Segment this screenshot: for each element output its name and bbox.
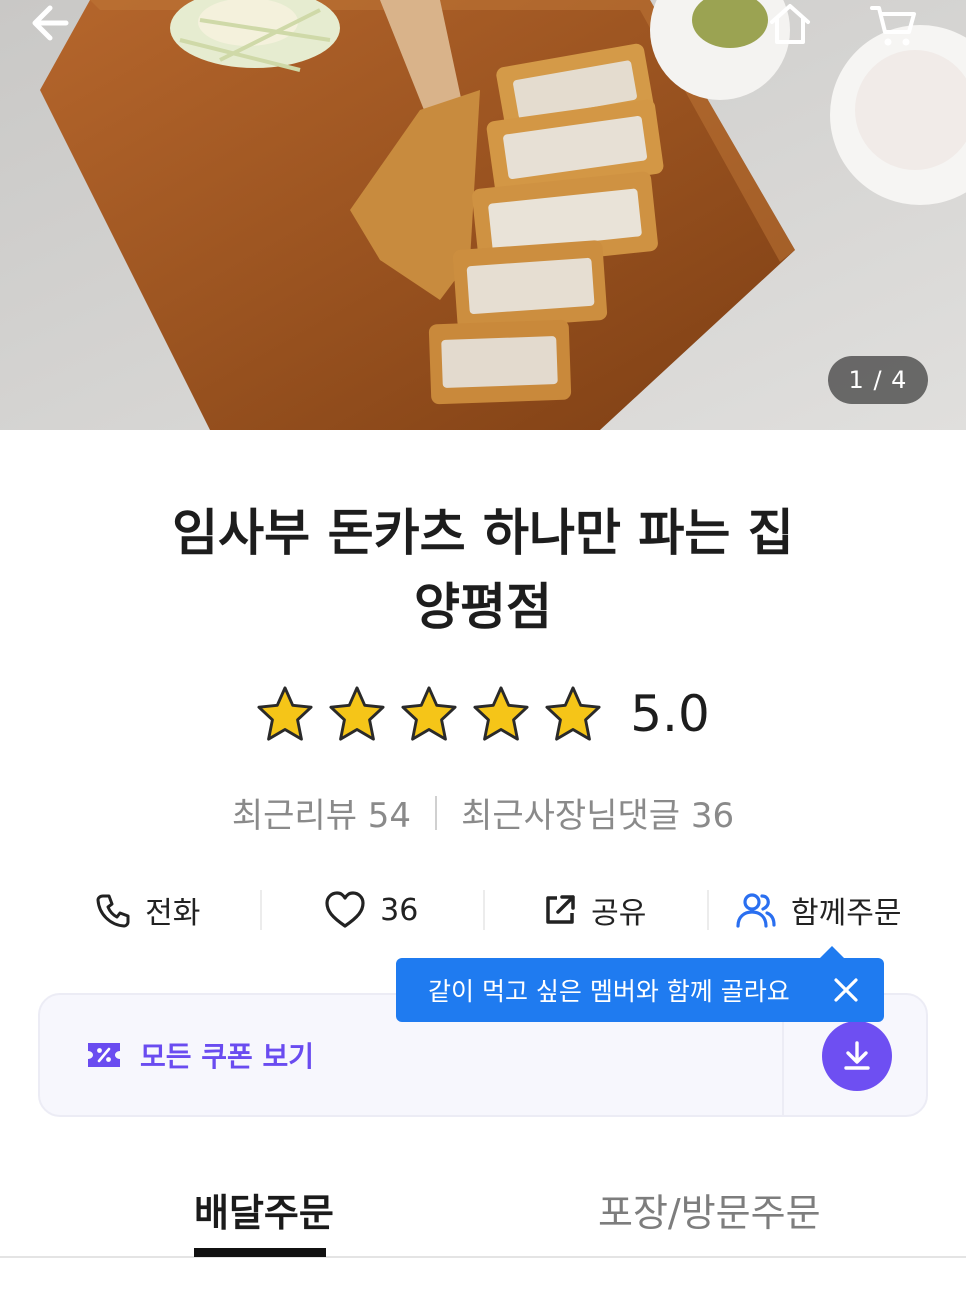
store-photo-carousel[interactable]: 1 / 4 (0, 0, 966, 430)
view-all-coupons-button[interactable]: 모든 쿠폰 보기 (86, 1035, 314, 1075)
star-icon (401, 686, 457, 741)
back-arrow-icon (32, 5, 69, 41)
order-type-tabs: 배달주문 포장/방문주문 (0, 1170, 966, 1258)
tab-pickup-order[interactable]: 포장/방문주문 (598, 1182, 821, 1237)
group-order-button[interactable]: 함께주문 (706, 878, 931, 942)
photo-page-indicator: 1 / 4 (828, 356, 928, 404)
close-icon[interactable] (832, 976, 860, 1004)
review-stats: 최근리뷰 54 최근사장님댓글 36 (0, 788, 966, 837)
like-button[interactable]: 36 (259, 878, 484, 942)
heart-icon (325, 891, 365, 928)
call-label: 전화 (145, 896, 201, 931)
call-button[interactable]: 전화 (36, 878, 260, 942)
rating-row: 5.0 (0, 684, 966, 744)
download-icon (844, 1041, 870, 1070)
star-icon (329, 686, 385, 741)
stats-divider (435, 795, 438, 830)
star-icon (257, 686, 313, 741)
star-icon (473, 686, 529, 741)
share-button[interactable]: 공유 (483, 878, 707, 942)
group-icon (736, 893, 776, 928)
back-button[interactable] (28, 0, 98, 58)
recent-reviews-link[interactable]: 최근리뷰 54 (232, 788, 411, 837)
coupon-icon (88, 1043, 120, 1067)
cart-button[interactable] (868, 0, 938, 58)
store-action-bar: 전화 36 공유 함께주문 (36, 878, 930, 942)
share-icon (546, 895, 575, 924)
tooltip-text: 같이 먹고 싶은 멤버와 함께 골라요 (428, 977, 790, 1006)
home-icon (770, 4, 810, 44)
group-order-tooltip: 같이 먹고 싶은 멤버와 함께 골라요 (396, 946, 884, 1022)
rating-score: 5.0 (630, 685, 710, 743)
cart-icon (870, 6, 916, 46)
group-order-label: 함께주문 (791, 896, 902, 931)
star-icon (545, 686, 601, 741)
coupon-download-button[interactable] (822, 1021, 892, 1091)
home-button[interactable] (766, 0, 836, 58)
coupon-label: 모든 쿠폰 보기 (140, 1040, 315, 1073)
store-name-line2: 양평점 (414, 578, 552, 636)
share-label: 공유 (591, 896, 647, 931)
tab-delivery-order[interactable]: 배달주문 (194, 1182, 334, 1237)
store-name-line1: 임사부 돈카츠 하나만 파는 집 (172, 504, 794, 562)
recent-owner-replies-link[interactable]: 최근사장님댓글 36 (461, 788, 734, 837)
active-tab-indicator (194, 1248, 326, 1257)
tonkatsu-photo (0, 0, 966, 430)
like-count: 36 (380, 892, 419, 928)
phone-icon (96, 894, 130, 928)
store-name: 임사부 돈카츠 하나만 파는 집 양평점 (60, 496, 906, 644)
